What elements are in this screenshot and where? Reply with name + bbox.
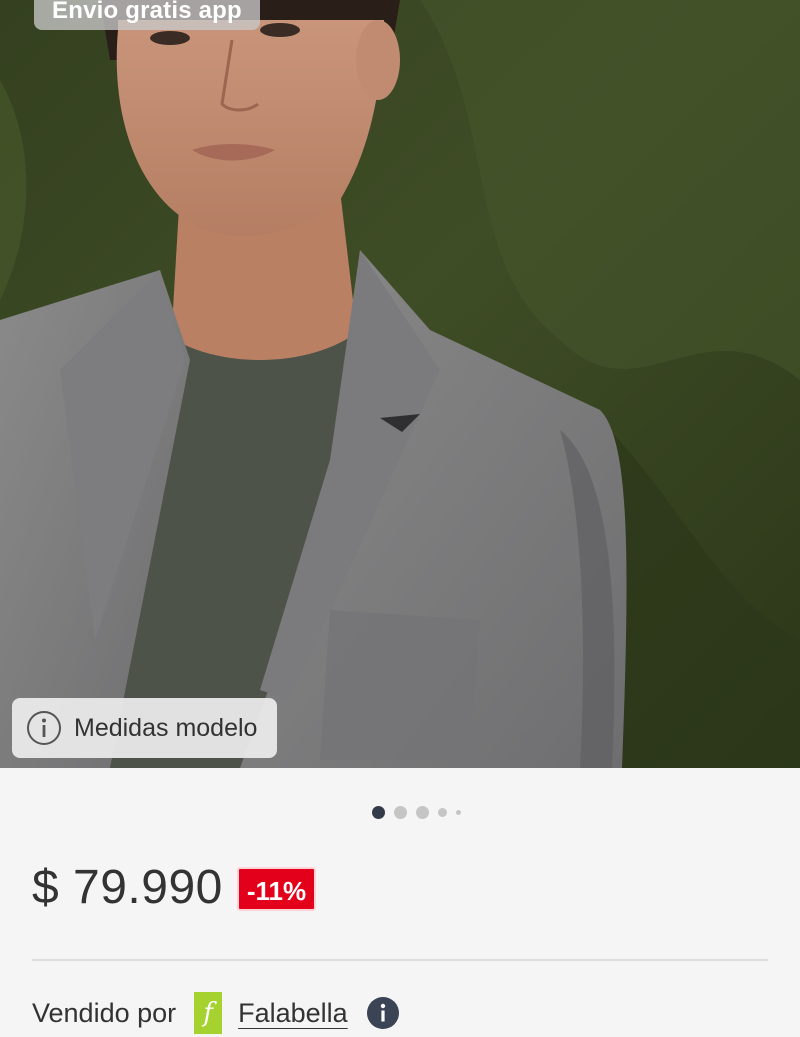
discount-badge: -11% bbox=[236, 866, 317, 911]
product-photo bbox=[0, 0, 800, 768]
carousel-dot[interactable] bbox=[416, 805, 429, 819]
image-carousel-dots[interactable] bbox=[372, 804, 461, 820]
carousel-dot[interactable] bbox=[456, 809, 461, 815]
model-measures-label: Medidas modelo bbox=[74, 713, 258, 742]
free-shipping-badge: Envio gratis app bbox=[34, 0, 260, 30]
product-price: $ 79.990 bbox=[32, 861, 223, 914]
divider bbox=[32, 959, 768, 961]
seller-link[interactable]: Falabella bbox=[238, 998, 348, 1029]
carousel-dot[interactable] bbox=[394, 805, 407, 819]
info-circle-icon bbox=[26, 710, 62, 746]
seller-row: Vendido por f Falabella bbox=[32, 990, 400, 1036]
product-info-panel: $ 79.990 -11% Vendido por f Falabella bbox=[0, 768, 800, 1037]
price-row: $ 79.990 -11% bbox=[32, 860, 317, 915]
carousel-dot-active[interactable] bbox=[372, 805, 385, 819]
model-measures-button[interactable]: Medidas modelo bbox=[12, 698, 277, 758]
carousel-dot[interactable] bbox=[438, 807, 447, 817]
falabella-logo-icon: f bbox=[194, 992, 223, 1034]
info-filled-icon[interactable] bbox=[366, 996, 400, 1030]
product-image[interactable]: Envio gratis app Medidas modelo bbox=[0, 0, 800, 768]
sold-by-label: Vendido por bbox=[32, 997, 177, 1028]
